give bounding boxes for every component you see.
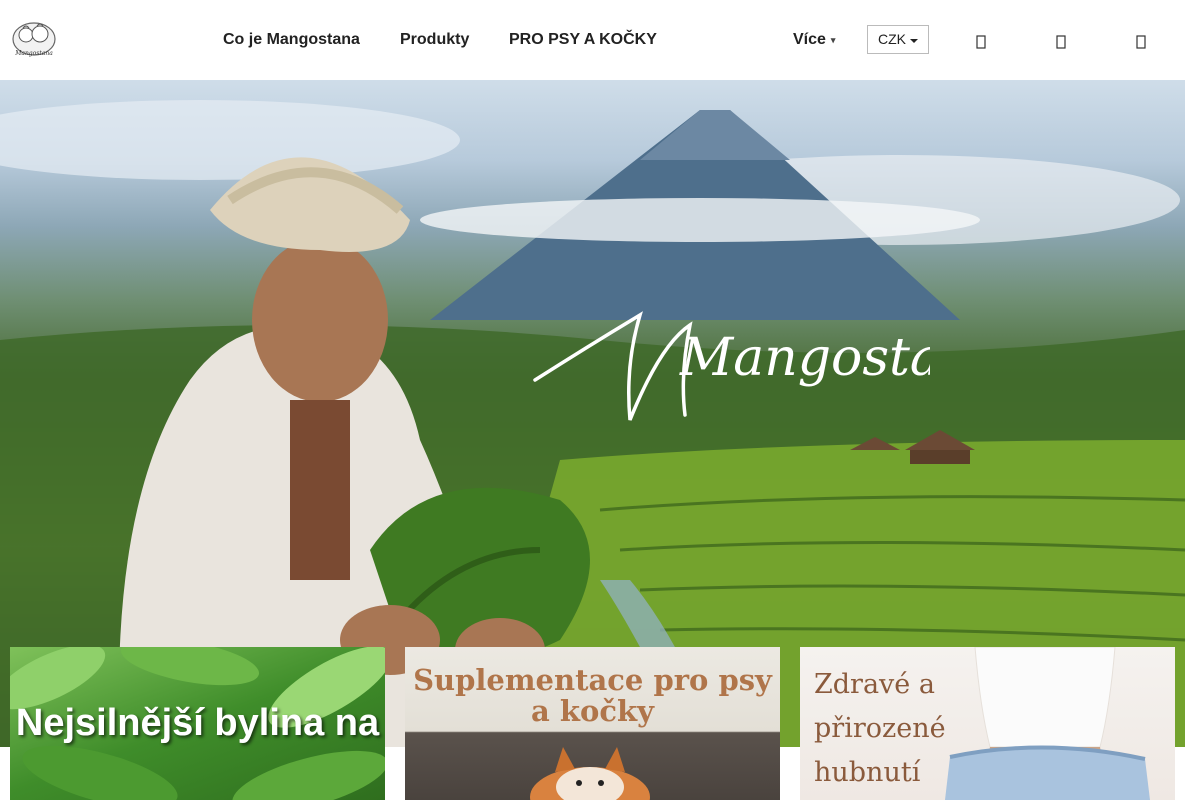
currency-value: CZK <box>878 31 906 47</box>
svg-text:Mangostana: Mangostana <box>679 328 930 388</box>
more-menu[interactable]: Více ▾ <box>793 30 835 50</box>
nav-pro-psy-a-kocky[interactable]: PRO PSY A KOČKY <box>509 30 657 50</box>
site-logo[interactable]: Mangostana <box>10 15 58 63</box>
card-title: Nejsilnější bylina na <box>15 702 380 744</box>
nav-co-je-mangostana[interactable]: Co je Mangostana <box>223 30 360 50</box>
site-header: Mangostana Co je Mangostana Produkty PRO… <box>0 0 1185 80</box>
promo-card-weight-loss[interactable]: Zdravé a přirozené hubnutí <box>800 647 1175 800</box>
currency-select[interactable]: CZK <box>867 25 929 54</box>
more-menu-label: Více <box>793 31 826 48</box>
search-icon[interactable] <box>974 34 988 50</box>
svg-text:Mangostana: Mangostana <box>14 50 53 57</box>
promo-card-herb[interactable]: Nejsilnější bylina na <box>10 647 385 800</box>
hero-brand-logo: Mangostana <box>530 305 930 435</box>
promo-card-pets[interactable]: Suplementace pro psy a kočky <box>405 647 780 800</box>
cart-icon[interactable] <box>1134 34 1148 50</box>
chevron-down-icon: ▾ <box>830 35 836 45</box>
user-icon[interactable] <box>1054 34 1068 50</box>
corgi-image <box>530 747 650 800</box>
card-title: Zdravé a přirozené hubnutí <box>814 669 946 788</box>
nav-produkty[interactable]: Produkty <box>400 30 469 50</box>
caret-down-icon <box>910 39 918 43</box>
